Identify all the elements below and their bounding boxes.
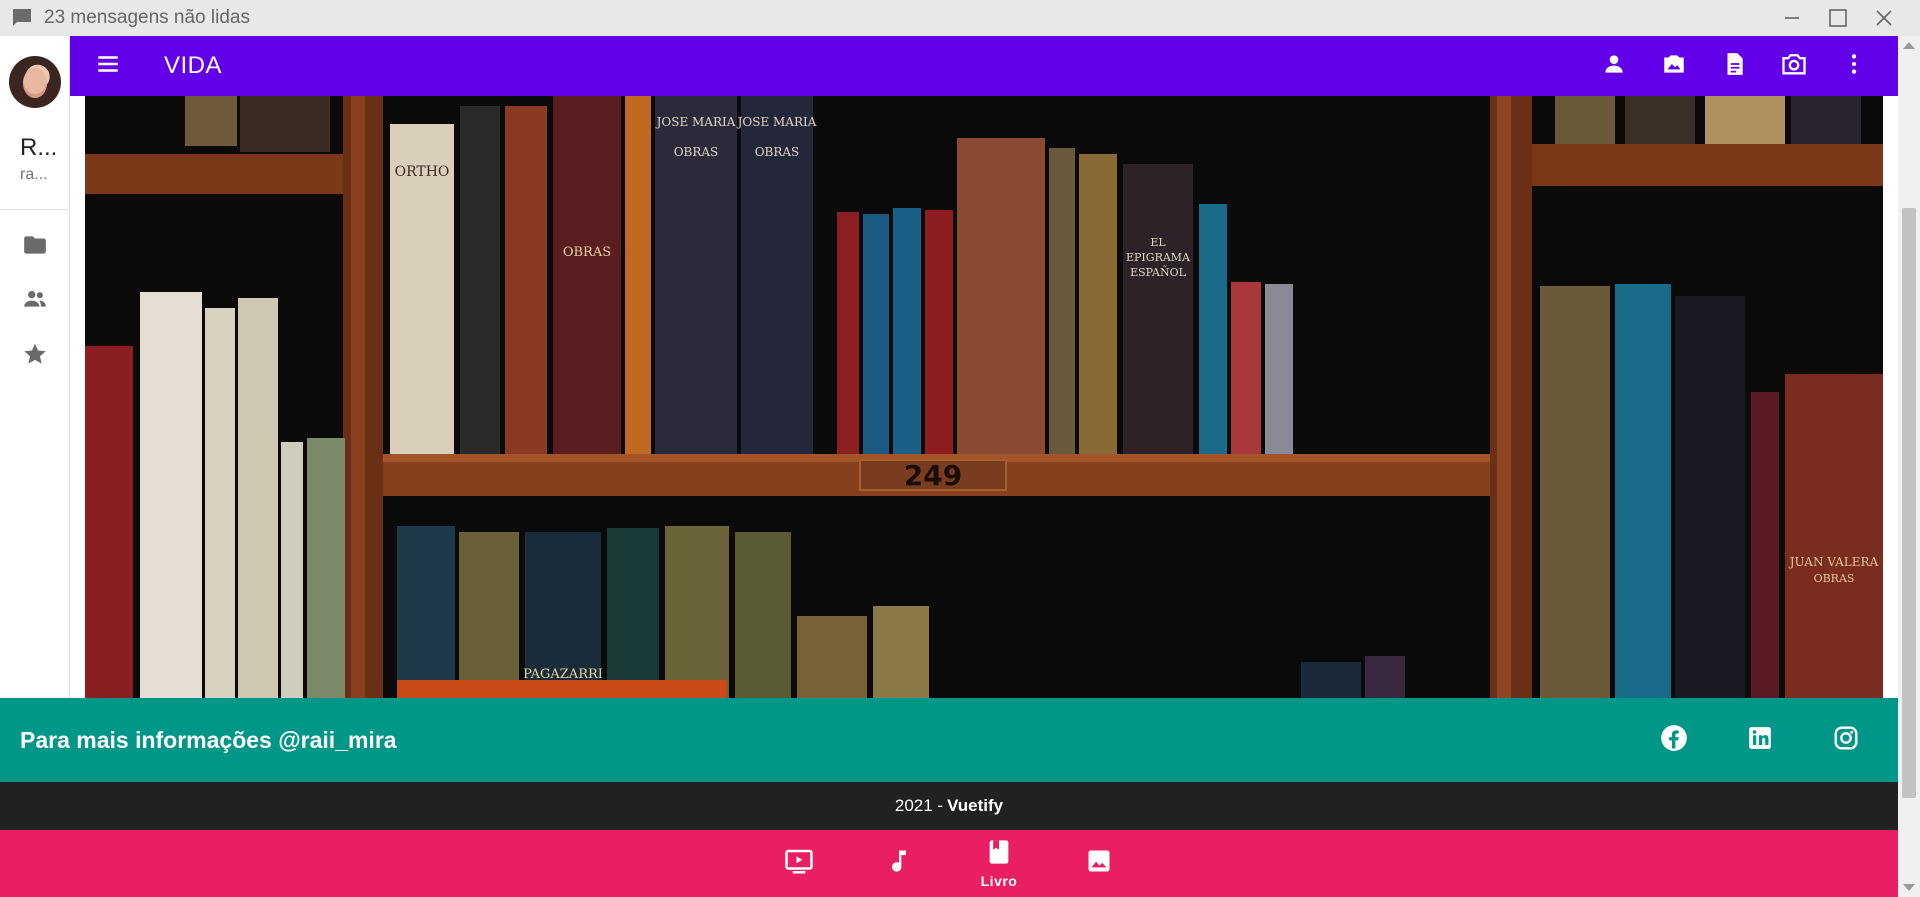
page-scrollbar[interactable]	[1898, 36, 1920, 897]
account-icon	[1601, 51, 1627, 82]
svg-text:OBRAS: OBRAS	[563, 245, 611, 260]
bottom-nav-image[interactable]	[1059, 830, 1139, 897]
scrollbar-thumb[interactable]	[1902, 208, 1916, 798]
bottom-nav-book-label: Livro	[980, 873, 1018, 889]
minimize-icon[interactable]	[1780, 6, 1804, 30]
window-titlebar: 23 mensagens não lidas	[0, 0, 1920, 36]
svg-text:JOSE MARIA: JOSE MARIA	[736, 115, 817, 129]
avatar[interactable]	[9, 56, 61, 108]
account-button[interactable]	[1584, 36, 1644, 96]
navigation-drawer: R... ra...	[0, 36, 70, 698]
app-bar-actions	[1584, 36, 1884, 96]
more-button[interactable]	[1824, 36, 1884, 96]
bottom-nav-music[interactable]	[859, 830, 939, 897]
camera-icon	[1780, 50, 1808, 83]
document-button[interactable]	[1704, 36, 1764, 96]
copyright-bar: 2021 - Vuetify	[0, 782, 1898, 830]
svg-text:JOSE MARIA: JOSE MARIA	[655, 115, 736, 129]
social-links	[1656, 698, 1864, 782]
facebook-button[interactable]	[1656, 722, 1692, 758]
window-title: 23 mensagens não lidas	[44, 7, 250, 28]
window-controls	[1780, 0, 1896, 36]
svg-text:ORTHO: ORTHO	[395, 164, 450, 180]
folder-icon	[22, 232, 48, 263]
people-icon	[22, 286, 48, 317]
music-icon	[885, 847, 913, 880]
image-upload-button[interactable]	[1644, 36, 1704, 96]
image-upload-icon	[1661, 51, 1687, 82]
bottom-nav-video[interactable]	[759, 830, 839, 897]
svg-text:OBRAS: OBRAS	[674, 145, 719, 159]
svg-text:JUAN VALERA: JUAN VALERA	[1788, 555, 1879, 569]
svg-text:EL: EL	[1150, 236, 1166, 249]
copyright-year: 2021 -	[894, 796, 944, 815]
svg-text:OBRAS: OBRAS	[1814, 572, 1855, 585]
chat-icon	[10, 6, 34, 30]
svg-text:OBRAS: OBRAS	[755, 145, 800, 159]
maximize-icon[interactable]	[1826, 6, 1850, 30]
book-icon	[985, 838, 1013, 871]
bottom-navigation: Livro	[0, 830, 1898, 897]
svg-text:EPIGRAMA: EPIGRAMA	[1126, 251, 1191, 264]
camera-button[interactable]	[1764, 36, 1824, 96]
linkedin-icon	[1747, 725, 1773, 756]
scroll-up-icon[interactable]	[1903, 42, 1915, 49]
close-icon[interactable]	[1872, 6, 1896, 30]
svg-text:PAGAZARRI: PAGAZARRI	[523, 667, 603, 682]
instagram-icon	[1833, 725, 1859, 756]
scroll-down-icon[interactable]	[1903, 884, 1915, 891]
drawer-item-folder[interactable]	[20, 232, 50, 262]
drawer-user-name: R...	[20, 134, 58, 161]
svg-text:ESPAÑOL: ESPAÑOL	[1130, 265, 1187, 279]
menu-button[interactable]	[90, 48, 126, 84]
facebook-icon	[1660, 724, 1688, 757]
file-document-icon	[1721, 51, 1747, 82]
shelf-number-label: 249	[904, 459, 962, 492]
star-icon	[22, 341, 48, 372]
video-icon	[784, 846, 814, 881]
linkedin-button[interactable]	[1742, 722, 1778, 758]
image-icon	[1085, 847, 1113, 880]
info-footer: Para mais informações @raii_mira	[0, 698, 1898, 782]
drawer-divider	[0, 209, 70, 210]
top-app-bar: VIDA	[70, 36, 1898, 96]
info-text: Para mais informações @raii_mira	[20, 726, 397, 753]
app-title: VIDA	[164, 52, 223, 79]
instagram-button[interactable]	[1828, 722, 1864, 758]
drawer-item-people[interactable]	[20, 286, 50, 316]
bottom-nav-book[interactable]: Livro	[959, 830, 1039, 897]
app-root: R... ra... VIDA 249 ORTHO OBRAS JOSE MAR…	[0, 36, 1898, 897]
hero-image: 249 ORTHO OBRAS JOSE MARIA OBRAS JOSE MA…	[85, 96, 1883, 698]
copyright-brand: Vuetify	[947, 796, 1004, 815]
drawer-user-email: ra...	[20, 166, 48, 183]
drawer-item-favorites[interactable]	[20, 341, 50, 371]
more-vertical-icon	[1841, 51, 1867, 82]
menu-icon	[95, 51, 121, 82]
bookshelf-photo: 249 ORTHO OBRAS JOSE MARIA OBRAS JOSE MA…	[85, 96, 1883, 698]
